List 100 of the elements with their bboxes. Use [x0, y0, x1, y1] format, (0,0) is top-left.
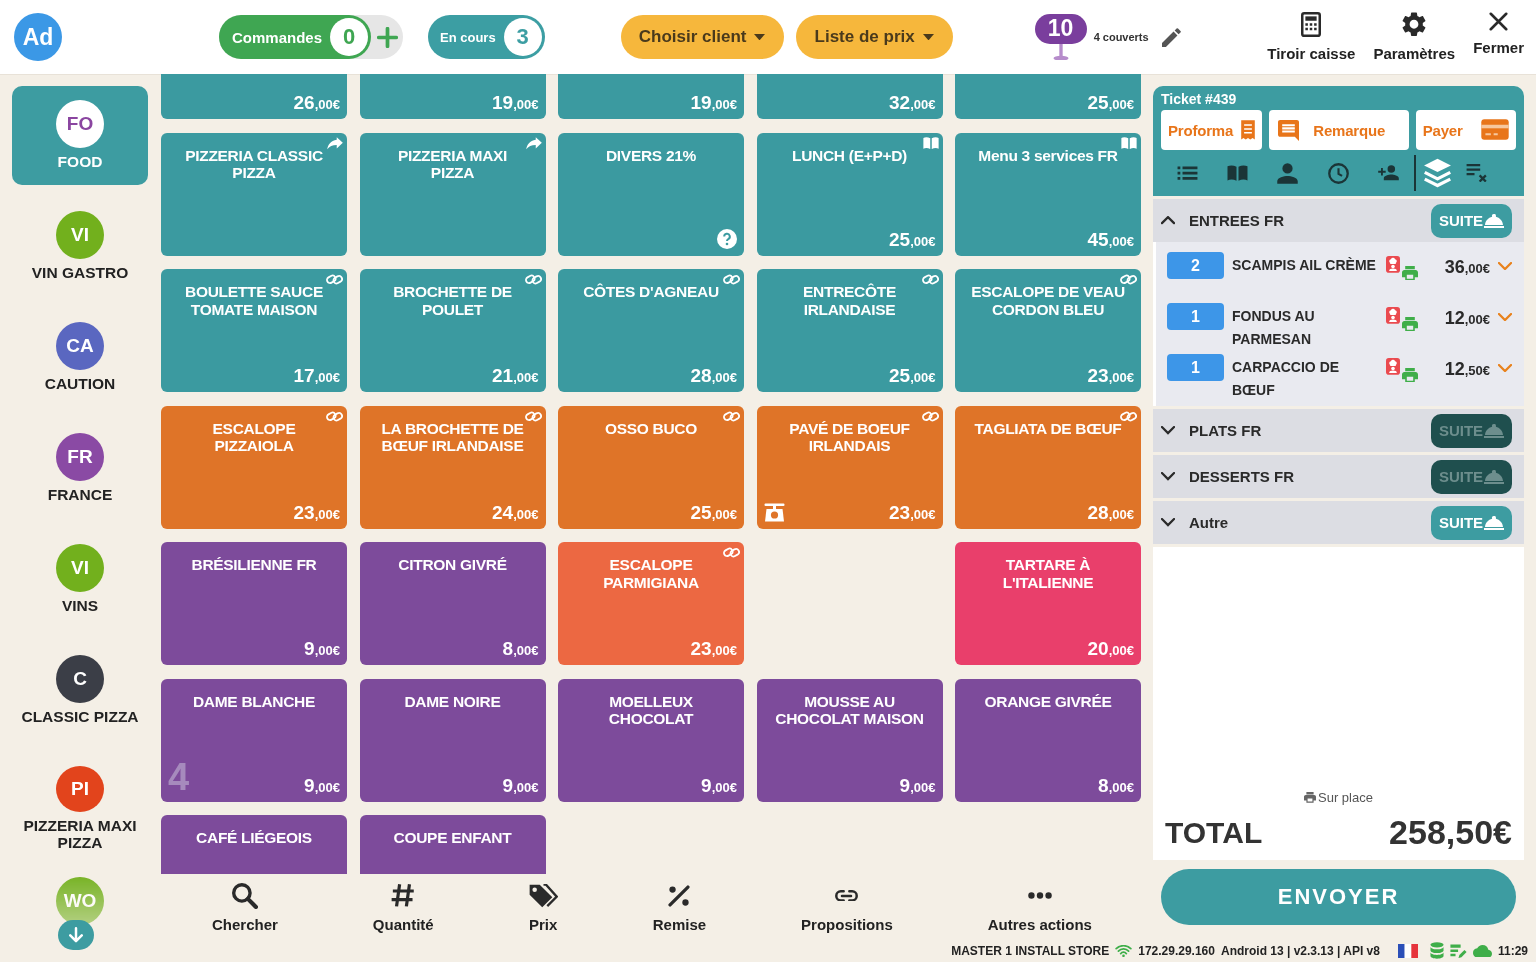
calculator-icon — [1301, 12, 1322, 37]
category-item[interactable]: C CLASSIC PIZZA — [12, 641, 148, 740]
bell-icon — [1484, 213, 1505, 228]
product-name: MOUSSE AU CHOCOLAT MAISON — [774, 692, 925, 728]
product-tile[interactable]: TARTARE À L'ITALIENNE 20,00€ — [955, 542, 1141, 665]
product-tile[interactable]: MOUSSE AU CHOCOLAT MAISON 9,00€ — [756, 678, 943, 802]
product-tile[interactable]: PIZZERIA CLASSIC PIZZA — [161, 132, 347, 256]
product-tile[interactable]: BROCHETTE DE POULET 21,00€ — [359, 269, 546, 392]
product-price: 26,00€ — [293, 93, 340, 112]
product-tile[interactable]: LA BROCHETTE DE BŒUF IRLANDAISE 24,00€ — [359, 405, 546, 529]
suite-button[interactable]: SUITE — [1431, 505, 1512, 540]
product-tile[interactable]: BRÉSILIENNE FR 9,00€ — [161, 542, 347, 665]
product-tile[interactable]: DAME NOIRE 9,00€ — [359, 678, 546, 802]
table-number[interactable]: 10 — [1034, 13, 1087, 44]
section-header[interactable]: PLATS FR SUITE — [1153, 409, 1524, 452]
avatar[interactable]: Ad — [14, 13, 62, 61]
product-tile[interactable]: ORANGE GIVRÉE 8,00€ — [955, 678, 1141, 802]
product-tile[interactable]: 32,00€ — [756, 74, 943, 119]
cash-drawer-button[interactable]: Tiroir caisse — [1267, 12, 1356, 62]
category-item[interactable]: FO FOOD — [12, 86, 148, 185]
link-icon — [326, 273, 343, 286]
product-price: 20,00€ — [1087, 639, 1134, 658]
category-item[interactable]: VI VIN GASTRO — [12, 197, 148, 296]
product-name: DAME NOIRE — [403, 692, 502, 711]
product-tile[interactable]: LUNCH (E+P+D) 25,00€ — [756, 132, 943, 256]
printer-icon — [1402, 266, 1418, 281]
cloud-icon — [1472, 944, 1492, 958]
section-header[interactable]: DESSERTS FR SUITE — [1153, 455, 1524, 498]
quantity-badge[interactable]: 1 — [1167, 354, 1224, 381]
product-tile[interactable]: TAGLIATA DE BŒUF 28,00€ — [955, 405, 1141, 529]
more-actions-button[interactable]: Autres actions — [987, 881, 1092, 933]
search-button[interactable]: Chercher — [212, 881, 278, 933]
category-item[interactable]: VI VINS — [12, 530, 148, 629]
product-tile[interactable]: CAFÉ LIÉGEOIS — [161, 815, 347, 874]
product-tile[interactable]: DIVERS 21% — [558, 132, 744, 256]
product-tile[interactable]: Menu 3 services FR 45,00€ — [955, 132, 1141, 256]
remark-button[interactable]: Remarque — [1269, 110, 1409, 150]
proforma-button[interactable]: Proforma — [1161, 110, 1263, 150]
chevron-down-icon[interactable] — [1498, 313, 1512, 322]
item-name: FONDUS AU PARMESAN — [1232, 307, 1316, 349]
scroll-down-button[interactable] — [58, 920, 94, 950]
product-tile[interactable]: 19,00€ — [359, 74, 546, 119]
item-price: 12,00€ — [1443, 308, 1490, 329]
product-tile[interactable]: BOULETTE SAUCE TOMATE MAISON 17,00€ — [161, 269, 347, 392]
section-name: PLATS FR — [1189, 422, 1263, 439]
product-name: ESCALOPE DE VEAU CORDON BLEU — [970, 283, 1126, 319]
edit-covers-button[interactable] — [1161, 27, 1181, 47]
product-name: BROCHETTE DE POULET — [392, 283, 513, 319]
product-tile[interactable]: 19,00€ — [558, 74, 744, 119]
discount-button[interactable]: Remise — [652, 881, 707, 933]
product-tile[interactable]: DAME BLANCHE 4 9,00€ — [161, 678, 347, 802]
product-tile[interactable]: OSSO BUCO 25,00€ — [558, 405, 744, 529]
product-tile[interactable]: ENTRECÔTE IRLANDAISE 25,00€ — [756, 269, 943, 392]
pay-button[interactable]: Payer — [1415, 110, 1516, 150]
settings-button[interactable]: Paramètres — [1373, 12, 1456, 62]
product-tile[interactable]: CITRON GIVRÉ 8,00€ — [359, 542, 546, 665]
section-header[interactable]: Autre SUITE — [1153, 501, 1524, 544]
product-tile[interactable]: PIZZERIA MAXI PIZZA — [359, 132, 546, 256]
product-tile[interactable]: PAVÉ DE BOEUF IRLANDAIS 23,00€ — [756, 405, 943, 529]
product-price: 8,00€ — [502, 639, 539, 658]
quantity-badge[interactable]: 1 — [1167, 303, 1224, 330]
ticket-title: Ticket #439 — [1161, 91, 1238, 108]
link-icon — [524, 409, 542, 423]
link-icon — [921, 273, 939, 286]
chevron-down-icon[interactable] — [1498, 262, 1512, 271]
quantity-badge[interactable]: 2 — [1167, 252, 1224, 279]
chef-icon — [1386, 307, 1400, 324]
item-price: 36,00€ — [1443, 257, 1490, 278]
price-list-button[interactable]: Liste de prix — [795, 15, 953, 59]
choose-client-button[interactable]: Choisir client — [620, 15, 784, 59]
product-tile[interactable]: MOELLEUX CHOCOLAT 9,00€ — [558, 678, 744, 802]
credit-card-icon — [1481, 119, 1509, 141]
chef-icon — [1386, 358, 1400, 375]
product-tile[interactable]: CÔTES D'AGNEAU 28,00€ — [558, 269, 744, 392]
product-tile[interactable]: COUPE ENFANT — [359, 815, 546, 874]
close-button[interactable]: Fermer — [1473, 12, 1524, 62]
category-item[interactable]: CA CAUTION — [12, 308, 148, 407]
suite-button[interactable]: SUITE — [1431, 203, 1512, 238]
product-tile[interactable]: 26,00€ — [161, 74, 347, 119]
product-price: 23,00€ — [1087, 366, 1134, 385]
product-tile[interactable]: 25,00€ — [955, 74, 1141, 119]
link-icon — [524, 273, 542, 286]
chevron-down-icon[interactable] — [1498, 364, 1512, 373]
bell-icon — [1484, 515, 1505, 530]
orders-button[interactable]: Commandes 0 — [219, 15, 372, 59]
category-item[interactable]: PI PIZZERIA MAXI PIZZA — [12, 752, 148, 851]
link-icon — [834, 889, 860, 902]
category-item[interactable]: WO — [12, 863, 148, 962]
quantity-button[interactable]: Quantité — [372, 881, 434, 933]
product-tile[interactable]: ESCALOPE PIZZAIOLA 23,00€ — [161, 405, 347, 529]
section-header[interactable]: ENTREES FR SUITE — [1153, 199, 1524, 242]
in-progress-button[interactable]: En cours 3 — [428, 15, 545, 59]
stock-count: 4 — [168, 760, 190, 795]
product-tile[interactable]: ESCALOPE PARMIGIANA 23,00€ — [558, 542, 744, 665]
product-tile[interactable]: ESCALOPE DE VEAU CORDON BLEU 23,00€ — [955, 269, 1141, 392]
proposals-button[interactable]: Propositions — [801, 881, 893, 933]
send-button[interactable]: ENVOYER — [1161, 869, 1516, 925]
price-button[interactable]: Prix — [528, 881, 558, 933]
category-item[interactable]: FR FRANCE — [12, 419, 148, 518]
total-amount: 258,50€ — [1389, 813, 1512, 852]
